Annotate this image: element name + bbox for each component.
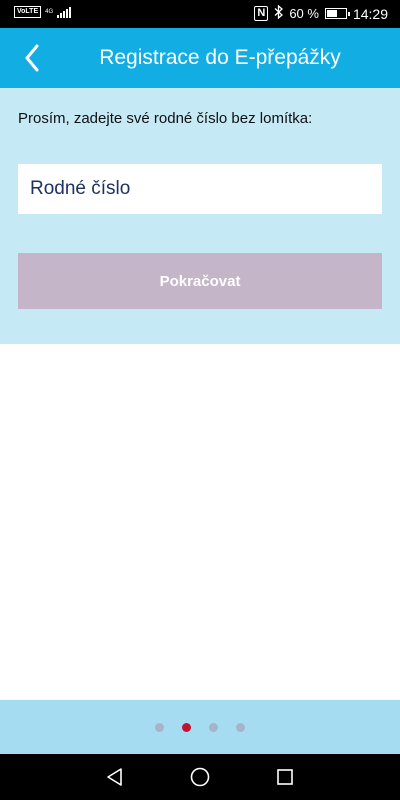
page-dot <box>236 722 245 732</box>
app-header: Registrace do E-přepážky <box>0 28 400 88</box>
square-recents-icon <box>277 769 293 785</box>
page-dot <box>209 722 218 732</box>
clock: 14:29 <box>352 5 388 22</box>
status-left: VoLTE 4G <box>14 6 72 18</box>
nav-recents-button[interactable] <box>273 765 297 789</box>
network-type-label: 4G <box>45 9 54 15</box>
continue-button[interactable]: Pokračovat <box>18 253 382 309</box>
battery-icon <box>324 8 350 19</box>
nav-home-button[interactable] <box>188 765 212 789</box>
triangle-back-icon <box>107 768 122 786</box>
volte-badge: VoLTE <box>14 6 42 18</box>
status-bar: VoLTE 4G N 60 % 14:29 <box>0 0 400 28</box>
nav-back-button[interactable] <box>103 765 127 789</box>
circle-home-icon <box>190 767 210 787</box>
back-button[interactable] <box>14 40 50 76</box>
system-nav-bar <box>0 754 400 800</box>
signal-icon <box>57 6 72 18</box>
battery-fill <box>326 10 337 17</box>
nfc-icon: N <box>254 6 269 21</box>
instruction-text: Prosím, zadejte své rodné číslo bez lomí… <box>18 110 313 127</box>
battery-percent: 60 % <box>289 6 319 21</box>
registration-form: Prosím, zadejte své rodné číslo bez lomí… <box>0 88 400 344</box>
page-title: Registrace do E-přepážky <box>99 46 341 69</box>
page-dot <box>155 722 164 732</box>
page-indicator <box>0 700 400 754</box>
bluetooth-icon <box>274 4 284 22</box>
birth-number-input[interactable] <box>18 164 382 214</box>
network-type: 4G <box>45 9 53 15</box>
status-right: N 60 % 14:29 <box>254 4 388 22</box>
page-dot-active <box>182 722 191 732</box>
chevron-left-icon <box>25 44 39 72</box>
